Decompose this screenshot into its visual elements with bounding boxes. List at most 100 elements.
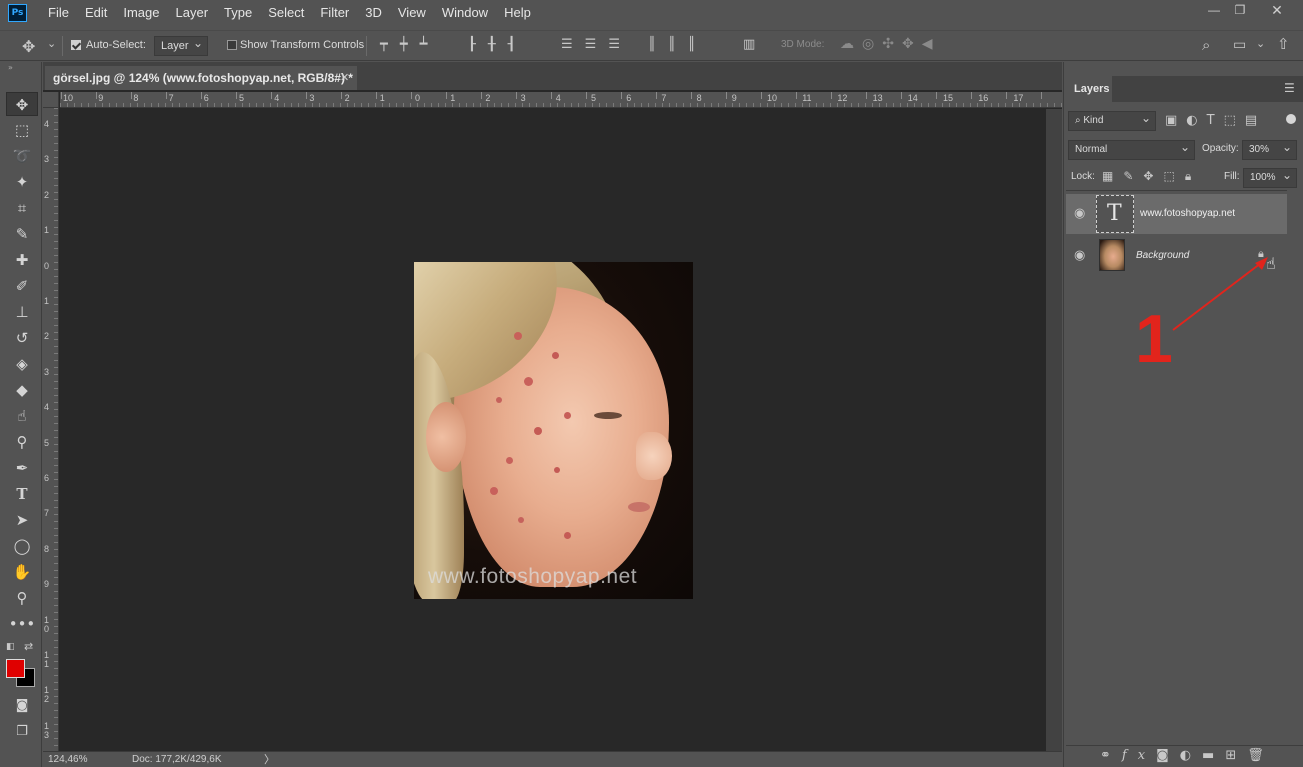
3d-slide-icon[interactable]: ✥ — [902, 36, 922, 52]
new-layer-icon[interactable]: ⊞ — [1225, 748, 1247, 763]
menu-filter[interactable]: Filter — [312, 0, 357, 26]
opacity-input[interactable]: 30% — [1242, 138, 1297, 160]
zoom-tool-icon[interactable]: ⚲ — [6, 586, 38, 610]
distribute-bottom-icon[interactable]: ☰ — [608, 37, 632, 52]
menu-select[interactable]: Select — [260, 0, 312, 26]
transform-controls-checkbox[interactable] — [227, 40, 237, 50]
align-right-icon[interactable]: ┨ — [508, 37, 528, 52]
lock-artboard-icon[interactable]: ⬚ — [1163, 169, 1184, 183]
align-hcenter-icon[interactable]: ╂ — [488, 37, 508, 52]
distribute-right-icon[interactable]: ║ — [688, 37, 708, 52]
filter-type-icon[interactable]: T — [1207, 113, 1224, 128]
status-menu-chevron-icon[interactable]: 〉 — [264, 752, 275, 767]
auto-select-checkbox[interactable] — [71, 40, 81, 50]
foreground-color-swatch[interactable] — [6, 659, 25, 678]
close-tab-icon[interactable]: ✕ — [340, 71, 349, 84]
filter-toggle[interactable] — [1286, 114, 1296, 124]
auto-align-icon[interactable]: ▥ — [743, 37, 755, 52]
layers-tab[interactable]: Layers — [1064, 76, 1112, 102]
filter-pixel-icon[interactable]: ▣ — [1165, 113, 1186, 128]
align-left-icon[interactable]: ┠ — [468, 37, 488, 52]
search-icon[interactable]: ⌕ — [1202, 36, 1210, 54]
menu-type[interactable]: Type — [216, 0, 260, 26]
distribute-left-icon[interactable]: ║ — [648, 37, 668, 52]
menu-layer[interactable]: Layer — [168, 0, 217, 26]
clone-stamp-tool-icon[interactable]: ⊥ — [6, 300, 38, 324]
distribute-vcenter-icon[interactable]: ☰ — [585, 37, 609, 52]
distribute-hcenter-icon[interactable]: ║ — [668, 37, 688, 52]
menu-3d[interactable]: 3D — [357, 0, 390, 26]
lock-transparent-icon[interactable]: ▦ — [1102, 169, 1123, 183]
layer-name[interactable]: www.fotoshopyap.net — [1140, 208, 1235, 219]
adjustment-layer-icon[interactable]: ◐ — [1180, 748, 1202, 763]
menu-view[interactable]: View — [390, 0, 434, 26]
visibility-eye-icon[interactable]: ◉ — [1074, 248, 1085, 263]
filter-shape-icon[interactable]: ⬚ — [1224, 113, 1245, 128]
default-colors-icon[interactable]: ◧ — [6, 642, 15, 652]
document-tab[interactable]: görsel.jpg @ 124% (www.fotoshopyap.net, … — [45, 66, 357, 90]
marquee-tool-icon[interactable]: ⬚ — [6, 118, 38, 142]
restore-button[interactable]: ❐ — [1224, 0, 1256, 20]
path-selection-tool-icon[interactable]: ➤ — [6, 508, 38, 532]
swap-colors-icon[interactable]: ⇄ — [24, 640, 33, 653]
vertical-scrollbar[interactable] — [1046, 109, 1062, 751]
menu-image[interactable]: Image — [115, 0, 167, 26]
brush-tool-icon[interactable]: ✐ — [6, 274, 38, 298]
screen-mode-icon[interactable]: ❐ — [6, 720, 38, 744]
move-tool-icon[interactable]: ✥ — [6, 92, 38, 116]
fill-input[interactable]: 100% — [1243, 166, 1297, 188]
align-vcenter-icon[interactable]: ┿ — [400, 37, 420, 52]
workspace-chevron-icon[interactable]: ⌄ — [1256, 37, 1265, 50]
eyedropper-tool-icon[interactable]: ✎ — [6, 222, 38, 246]
menu-help[interactable]: Help — [496, 0, 539, 26]
collapse-tools-icon[interactable]: » — [8, 63, 13, 72]
more-tools-icon[interactable]: ••• — [6, 612, 38, 636]
layer-style-fx-icon[interactable]: fx — [1122, 748, 1156, 763]
auto-select-dropdown[interactable]: Layer — [154, 34, 208, 56]
filter-smart-object-icon[interactable]: ▤ — [1245, 113, 1266, 128]
3d-pan-icon[interactable]: ✣ — [882, 36, 902, 52]
align-bottom-icon[interactable]: ┷ — [420, 37, 440, 52]
distribute-top-icon[interactable]: ☰ — [561, 37, 585, 52]
3d-orbit-icon[interactable]: ☁ — [840, 36, 862, 52]
eraser-tool-icon[interactable]: ◈ — [6, 352, 38, 376]
3d-camera-icon[interactable]: ◀ — [922, 36, 941, 52]
dodge-tool-icon[interactable]: ⚲ — [6, 430, 38, 454]
lock-position-icon[interactable]: ✥ — [1143, 169, 1163, 183]
move-tool-icon[interactable]: ✥ — [22, 37, 35, 56]
lock-pixels-icon[interactable]: ✎ — [1123, 169, 1143, 183]
panel-menu-icon[interactable]: ☰ — [1284, 81, 1295, 95]
delete-layer-icon[interactable]: 🗑︎ — [1247, 748, 1275, 763]
ellipse-tool-icon[interactable]: ◯ — [6, 534, 38, 558]
layer-row-text[interactable]: ◉ T www.fotoshopyap.net — [1066, 194, 1287, 234]
healing-brush-tool-icon[interactable]: ✚ — [6, 248, 38, 272]
filter-adjustment-icon[interactable]: ◐ — [1186, 113, 1206, 128]
close-button[interactable]: ✕ — [1261, 0, 1293, 20]
align-top-icon[interactable]: ┯ — [380, 37, 400, 52]
history-brush-tool-icon[interactable]: ↺ — [6, 326, 38, 350]
workspace-icon[interactable]: ▭ — [1233, 37, 1246, 53]
ruler-origin[interactable] — [43, 92, 59, 108]
crop-tool-icon[interactable]: ⌗ — [6, 196, 38, 220]
lasso-tool-icon[interactable]: ➰ — [6, 144, 38, 168]
lock-all-icon[interactable]: 🔒︎ — [1185, 169, 1201, 183]
paint-bucket-tool-icon[interactable]: ◆ — [6, 378, 38, 402]
type-tool-icon[interactable]: T — [6, 482, 38, 506]
menu-edit[interactable]: Edit — [77, 0, 115, 26]
3d-roll-icon[interactable]: ◎ — [862, 36, 882, 52]
filter-kind-dropdown[interactable]: ⌕ Kind — [1068, 109, 1156, 131]
blend-mode-dropdown[interactable]: Normal — [1068, 138, 1195, 160]
share-icon[interactable]: ⇧ — [1277, 35, 1290, 53]
tool-preset-chevron-icon[interactable]: ⌄ — [47, 37, 56, 50]
link-layers-icon[interactable]: ⚭ — [1100, 748, 1122, 763]
new-group-icon[interactable]: ▬ — [1202, 748, 1225, 763]
visibility-eye-icon[interactable]: ◉ — [1074, 206, 1085, 221]
magic-wand-tool-icon[interactable]: ✦ — [6, 170, 38, 194]
add-mask-icon[interactable]: ◙ — [1156, 748, 1180, 763]
pen-tool-icon[interactable]: ✒ — [6, 456, 38, 480]
menu-window[interactable]: Window — [434, 0, 496, 26]
smudge-tool-icon[interactable]: ☝ — [6, 404, 38, 428]
hand-tool-icon[interactable]: ✋ — [6, 560, 38, 584]
zoom-level[interactable]: 124,46% — [48, 752, 87, 767]
menu-file[interactable]: File — [40, 0, 77, 26]
